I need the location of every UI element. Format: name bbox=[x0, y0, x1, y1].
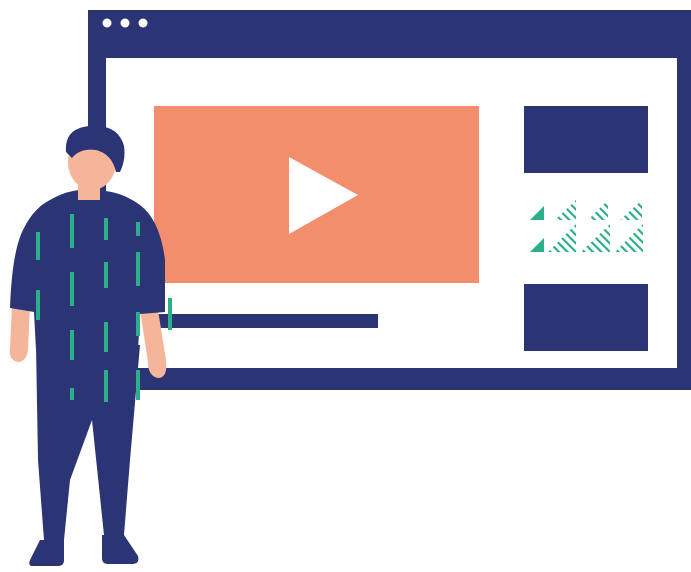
right-shoe-icon bbox=[102, 535, 139, 564]
left-shoe-icon bbox=[29, 540, 64, 566]
thumbnail-top[interactable] bbox=[524, 106, 648, 173]
left-arm bbox=[9, 305, 30, 362]
person-legs bbox=[36, 345, 140, 540]
window-dot-3 bbox=[138, 18, 148, 28]
window-dot-2 bbox=[120, 18, 130, 28]
window-dot-1 bbox=[102, 18, 112, 28]
illustration-scene bbox=[9, 10, 691, 566]
thumbnail-bottom[interactable] bbox=[524, 284, 648, 351]
progress-bar[interactable] bbox=[154, 314, 378, 328]
video-player[interactable] bbox=[154, 106, 479, 283]
